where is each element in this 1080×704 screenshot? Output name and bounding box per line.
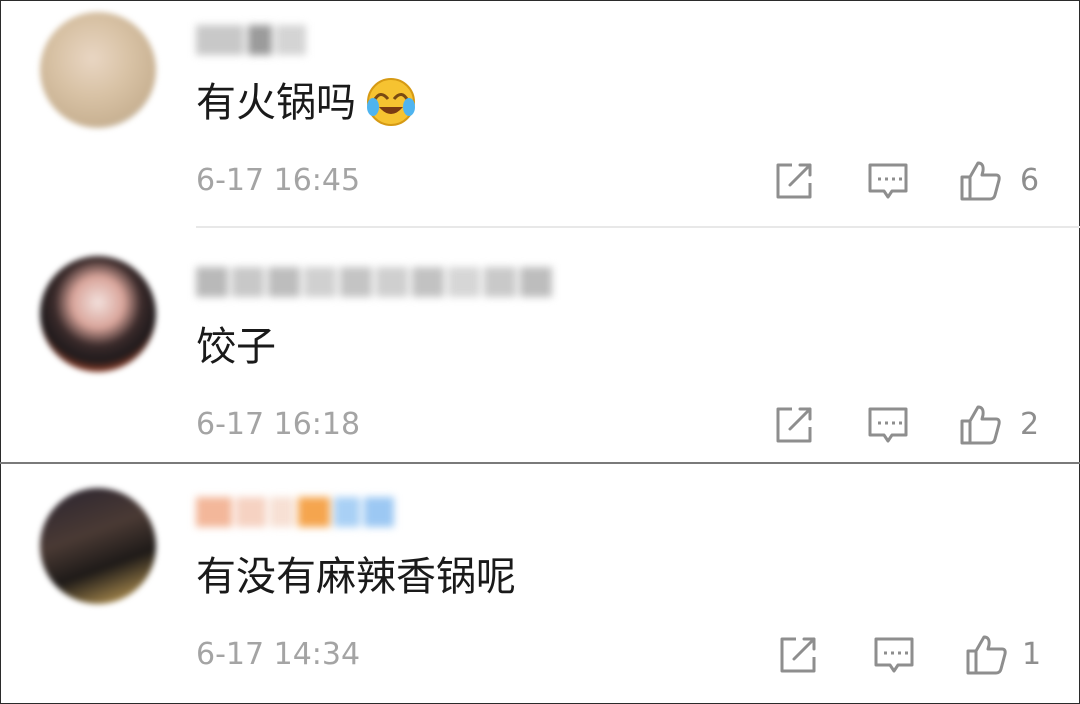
share-icon [776, 407, 812, 443]
share-button[interactable] [772, 159, 816, 203]
avatar[interactable] [40, 12, 156, 128]
username[interactable] [196, 20, 310, 60]
avatar[interactable] [40, 256, 156, 372]
like-count: 1 [1022, 637, 1042, 672]
comment-text: 饺子 [196, 324, 276, 370]
like-count: 2 [1020, 407, 1040, 442]
share-button[interactable] [776, 633, 820, 677]
reply-button[interactable] [866, 403, 910, 447]
comment-item: 有火锅吗 6-17 16:45 6 [0, 0, 1080, 226]
avatar[interactable] [40, 488, 156, 604]
timestamp: 6-17 16:45 [196, 163, 361, 198]
thumbs-up-icon [960, 405, 1001, 445]
like-button[interactable] [958, 159, 1002, 203]
like-count: 6 [1020, 163, 1040, 198]
comment-text: 有火锅吗 [196, 78, 416, 128]
like-button[interactable] [958, 403, 1002, 447]
timestamp: 6-17 14:34 [196, 637, 361, 672]
comment-item: 有没有麻辣香锅呢 6-17 14:34 1 [0, 464, 1080, 704]
share-icon [780, 637, 816, 673]
comment-icon [868, 407, 908, 443]
comment-item: 饺子 6-17 16:18 2 [0, 228, 1080, 462]
thumbs-up-icon [960, 161, 1001, 201]
like-button[interactable] [964, 633, 1008, 677]
timestamp: 6-17 16:18 [196, 407, 361, 442]
share-icon [776, 163, 812, 199]
username[interactable] [196, 492, 398, 532]
reply-button[interactable] [872, 633, 916, 677]
username[interactable] [196, 262, 556, 302]
share-button[interactable] [772, 403, 816, 447]
laughing-crying-emoji-icon [366, 77, 416, 127]
thumbs-up-icon [966, 635, 1007, 675]
comment-icon [868, 163, 908, 199]
comment-text: 有没有麻辣香锅呢 [196, 554, 516, 600]
comment-icon [874, 637, 914, 673]
reply-button[interactable] [866, 159, 910, 203]
